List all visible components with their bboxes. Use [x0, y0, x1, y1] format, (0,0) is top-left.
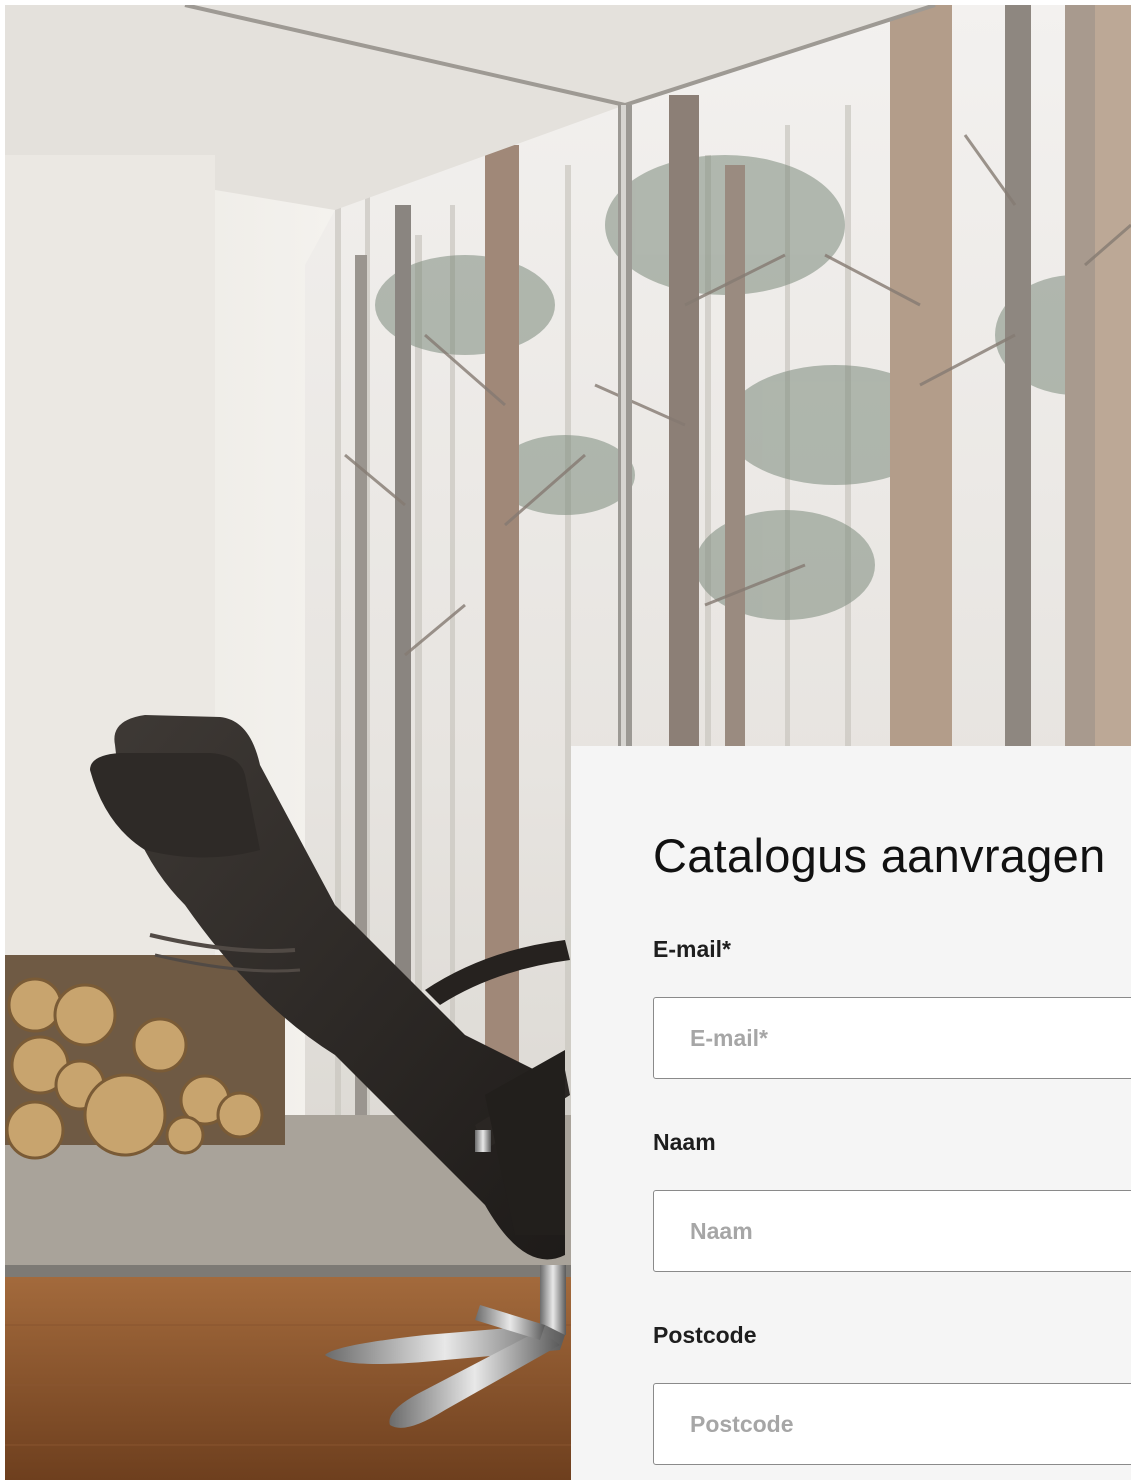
form-title: Catalogus aanvragen: [653, 829, 1106, 882]
postcode-label: Postcode: [653, 1322, 757, 1348]
name-input[interactable]: [653, 1190, 1131, 1272]
name-label: Naam: [653, 1129, 716, 1155]
email-label: E-mail*: [653, 936, 731, 962]
catalog-request-form: Catalogus aanvragen E-mail* Naam Postcod…: [571, 746, 1131, 1480]
postcode-input[interactable]: [653, 1383, 1131, 1465]
email-input[interactable]: [653, 997, 1131, 1079]
